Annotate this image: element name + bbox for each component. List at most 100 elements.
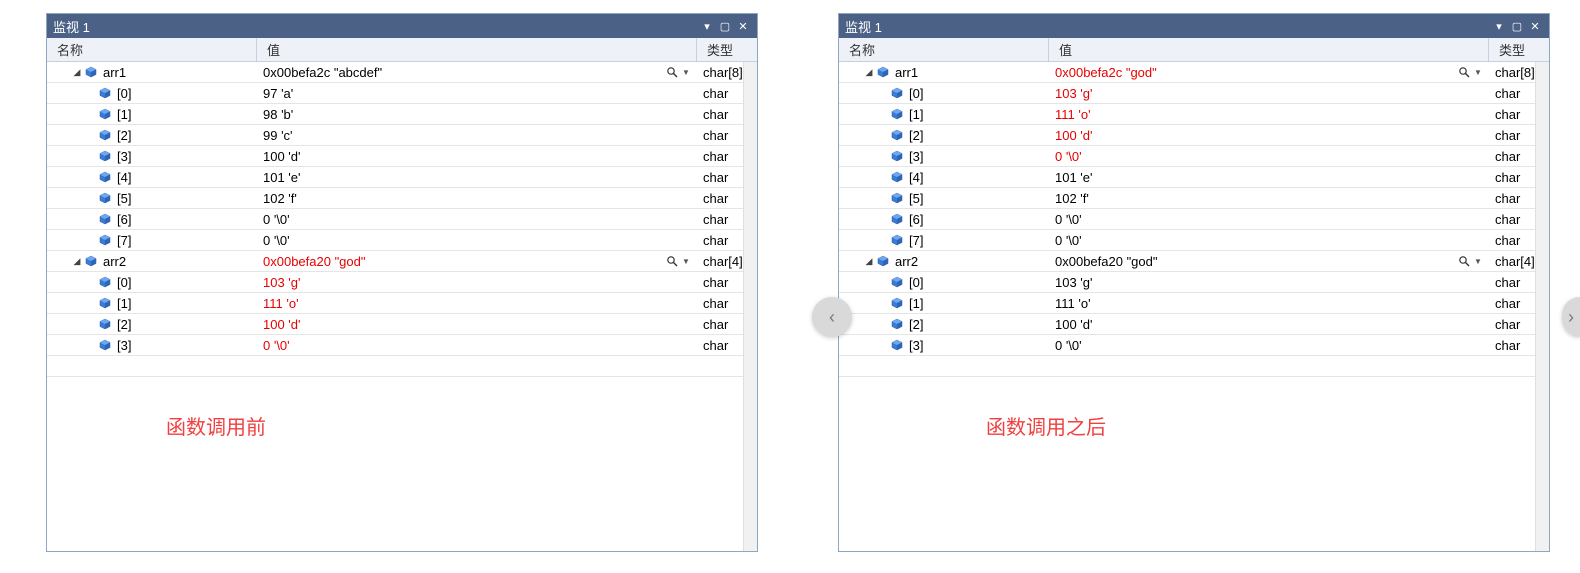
value-cell[interactable]: 111 'o': [1049, 296, 1489, 311]
table-row[interactable]: [0]103 'g'char: [47, 272, 757, 293]
name-cell[interactable]: [7]: [47, 233, 257, 248]
titlebar[interactable]: 监视 1 ▾ ▢ ✕: [47, 14, 757, 38]
table-row[interactable]: ◢arr10x00befa2c "god"▼char[8]: [839, 62, 1549, 83]
header-type[interactable]: 类型: [1489, 38, 1549, 61]
dropdown-icon[interactable]: ▾: [699, 18, 715, 34]
expander-icon[interactable]: ◢: [863, 255, 875, 267]
name-cell[interactable]: [0]: [47, 86, 257, 101]
table-row[interactable]: [3]0 '\0'char: [839, 146, 1549, 167]
table-row[interactable]: [5]102 'f'char: [47, 188, 757, 209]
value-cell[interactable]: 0x00befa2c "god"▼: [1049, 65, 1489, 80]
name-cell[interactable]: [5]: [47, 191, 257, 206]
value-cell[interactable]: 102 'f': [1049, 191, 1489, 206]
table-row[interactable]: [2]100 'd'char: [839, 314, 1549, 335]
table-row[interactable]: [3]0 '\0'char: [47, 335, 757, 356]
table-row[interactable]: [2]100 'd'char: [839, 125, 1549, 146]
value-cell[interactable]: 0 '\0': [1049, 149, 1489, 164]
value-cell[interactable]: 103 'g': [1049, 86, 1489, 101]
table-row[interactable]: [4]101 'e'char: [47, 167, 757, 188]
name-cell[interactable]: ◢arr1: [839, 65, 1049, 80]
table-row[interactable]: ◢arr20x00befa20 "god"▼char[4]: [839, 251, 1549, 272]
value-cell[interactable]: 0x00befa20 "god"▼: [1049, 254, 1489, 269]
next-image-button[interactable]: ›: [1562, 297, 1580, 337]
empty-row[interactable]: [839, 356, 1549, 377]
name-cell[interactable]: [6]: [839, 212, 1049, 227]
chevron-down-icon[interactable]: ▼: [681, 65, 691, 79]
prev-image-button[interactable]: ‹: [812, 297, 852, 337]
name-cell[interactable]: [2]: [47, 128, 257, 143]
search-icon[interactable]: [1457, 65, 1471, 79]
value-cell[interactable]: 101 'e': [1049, 170, 1489, 185]
value-cell[interactable]: 101 'e': [257, 170, 697, 185]
table-row[interactable]: [1]111 'o'char: [47, 293, 757, 314]
value-cell[interactable]: 97 'a': [257, 86, 697, 101]
search-icon[interactable]: [1457, 254, 1471, 268]
table-row[interactable]: ◢arr20x00befa20 "god"▼char[4]: [47, 251, 757, 272]
name-cell[interactable]: [0]: [47, 275, 257, 290]
name-cell[interactable]: ◢arr1: [47, 65, 257, 80]
value-cell[interactable]: 100 'd': [1049, 128, 1489, 143]
value-cell[interactable]: 0 '\0': [257, 233, 697, 248]
table-row[interactable]: ◢arr10x00befa2c "abcdef"▼char[8]: [47, 62, 757, 83]
table-row[interactable]: [6]0 '\0'char: [47, 209, 757, 230]
expander-icon[interactable]: ◢: [863, 66, 875, 78]
name-cell[interactable]: [1]: [47, 107, 257, 122]
table-row[interactable]: [0]103 'g'char: [839, 83, 1549, 104]
header-value[interactable]: 值: [257, 38, 697, 61]
table-row[interactable]: [6]0 '\0'char: [839, 209, 1549, 230]
value-cell[interactable]: 100 'd': [257, 317, 697, 332]
close-icon[interactable]: ✕: [735, 18, 751, 34]
value-cell[interactable]: 98 'b': [257, 107, 697, 122]
name-cell[interactable]: [0]: [839, 275, 1049, 290]
value-cell[interactable]: 99 'c': [257, 128, 697, 143]
name-cell[interactable]: [1]: [839, 296, 1049, 311]
vertical-scrollbar[interactable]: [1535, 62, 1549, 551]
value-cell[interactable]: 111 'o': [257, 296, 697, 311]
table-row[interactable]: [7]0 '\0'char: [839, 230, 1549, 251]
table-row[interactable]: [1]111 'o'char: [839, 293, 1549, 314]
name-cell[interactable]: [6]: [47, 212, 257, 227]
table-row[interactable]: [7]0 '\0'char: [47, 230, 757, 251]
empty-row[interactable]: [47, 356, 757, 377]
name-cell[interactable]: [3]: [839, 338, 1049, 353]
expander-icon[interactable]: ◢: [71, 255, 83, 267]
value-cell[interactable]: 111 'o': [1049, 107, 1489, 122]
chevron-down-icon[interactable]: ▼: [1473, 65, 1483, 79]
table-row[interactable]: [1]111 'o'char: [839, 104, 1549, 125]
name-cell[interactable]: ◢arr2: [839, 254, 1049, 269]
value-cell[interactable]: 0 '\0': [257, 212, 697, 227]
name-cell[interactable]: [1]: [839, 107, 1049, 122]
name-cell[interactable]: [4]: [47, 170, 257, 185]
search-icon[interactable]: [665, 65, 679, 79]
value-cell[interactable]: 102 'f': [257, 191, 697, 206]
name-cell[interactable]: [2]: [839, 317, 1049, 332]
value-cell[interactable]: 0 '\0': [1049, 233, 1489, 248]
name-cell[interactable]: [7]: [839, 233, 1049, 248]
value-cell[interactable]: 0x00befa2c "abcdef"▼: [257, 65, 697, 80]
table-row[interactable]: [0]103 'g'char: [839, 272, 1549, 293]
table-row[interactable]: [1]98 'b'char: [47, 104, 757, 125]
header-name[interactable]: 名称: [47, 38, 257, 61]
value-cell[interactable]: 100 'd': [1049, 317, 1489, 332]
header-type[interactable]: 类型: [697, 38, 757, 61]
name-cell[interactable]: [3]: [47, 149, 257, 164]
header-name[interactable]: 名称: [839, 38, 1049, 61]
table-row[interactable]: [3]100 'd'char: [47, 146, 757, 167]
expander-icon[interactable]: ◢: [71, 66, 83, 78]
titlebar[interactable]: 监视 1 ▾ ▢ ✕: [839, 14, 1549, 38]
value-cell[interactable]: 103 'g': [257, 275, 697, 290]
value-cell[interactable]: 0 '\0': [1049, 212, 1489, 227]
table-row[interactable]: [3]0 '\0'char: [839, 335, 1549, 356]
vertical-scrollbar[interactable]: [743, 62, 757, 551]
name-cell[interactable]: [1]: [47, 296, 257, 311]
name-cell[interactable]: [2]: [839, 128, 1049, 143]
value-cell[interactable]: 103 'g': [1049, 275, 1489, 290]
table-row[interactable]: [2]100 'd'char: [47, 314, 757, 335]
name-cell[interactable]: [5]: [839, 191, 1049, 206]
name-cell[interactable]: ◢arr2: [47, 254, 257, 269]
maximize-icon[interactable]: ▢: [1509, 18, 1525, 34]
name-cell[interactable]: [0]: [839, 86, 1049, 101]
table-row[interactable]: [2]99 'c'char: [47, 125, 757, 146]
maximize-icon[interactable]: ▢: [717, 18, 733, 34]
close-icon[interactable]: ✕: [1527, 18, 1543, 34]
